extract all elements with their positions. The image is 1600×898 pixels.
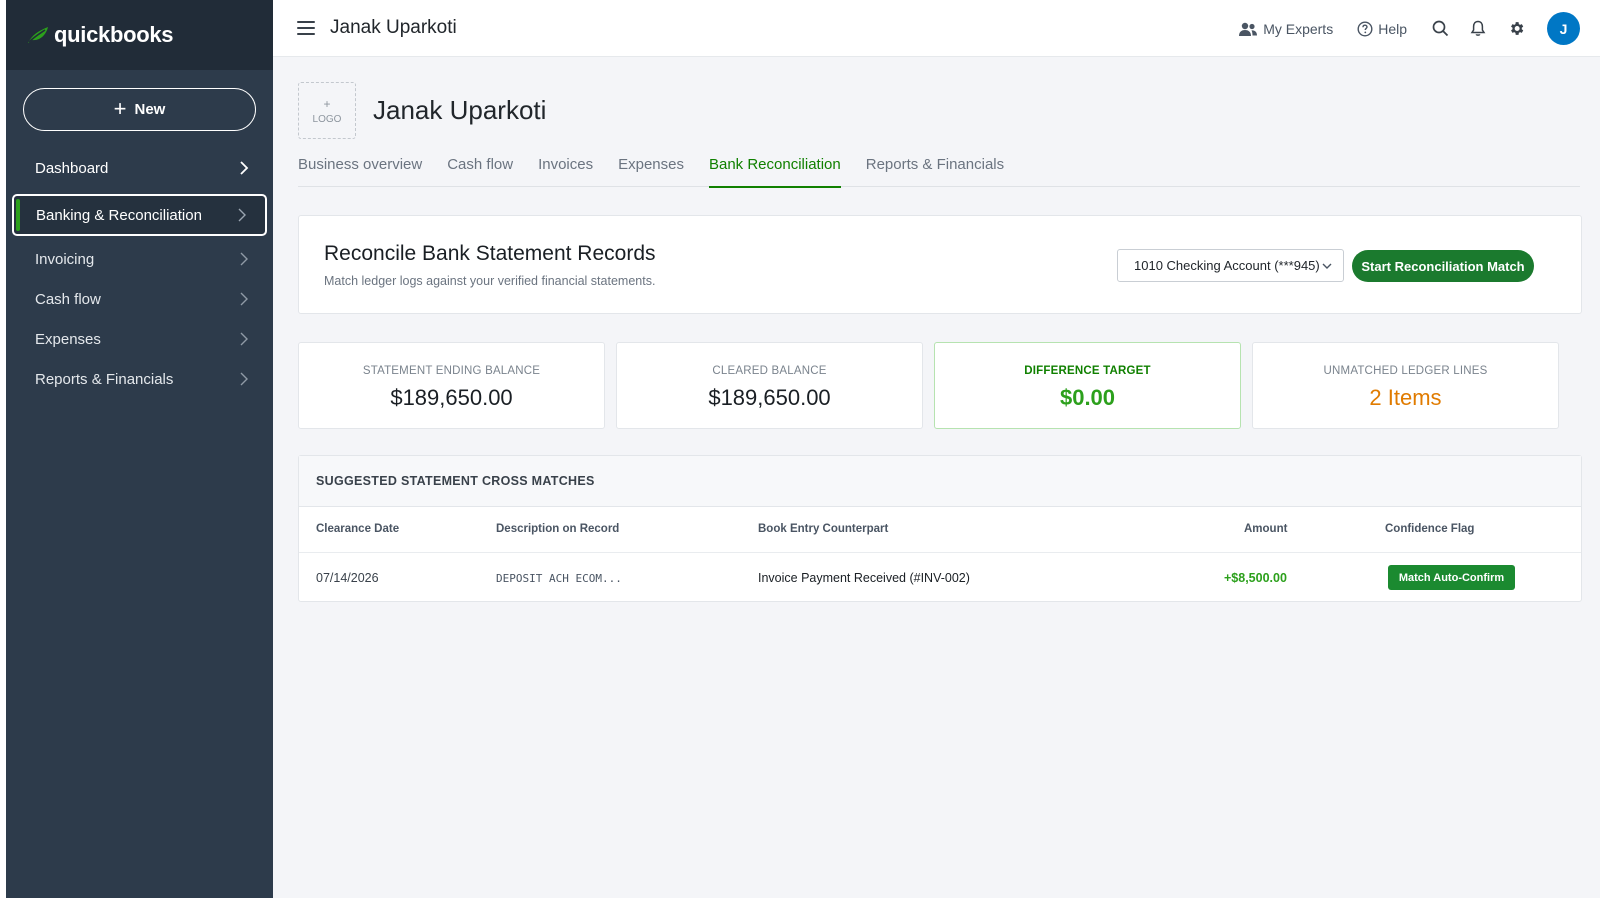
gear-icon[interactable]: [1507, 20, 1525, 38]
divider: [299, 552, 1581, 553]
account-select-value: 1010 Checking Account (***945): [1134, 258, 1320, 273]
stat-label: UNMATCHED LEDGER LINES: [1323, 365, 1488, 377]
sidebar-item-label: Expenses: [35, 330, 101, 348]
plus-icon: +: [113, 95, 127, 121]
company-name: Janak Uparkoti: [330, 17, 457, 38]
sidebar-item-banking-reconciliation[interactable]: Banking & Reconciliation: [12, 194, 267, 236]
tab-invoices[interactable]: Invoices: [538, 153, 593, 187]
sidebar-item-label: Invoicing: [35, 250, 95, 268]
stat-label: STATEMENT ENDING BALANCE: [362, 365, 541, 377]
sidebar-item-reports-financials[interactable]: Reports & Financials: [6, 359, 273, 399]
column-header-confidence-flag: Confidence Flag: [1385, 523, 1475, 535]
page-title: Janak Uparkoti: [373, 95, 547, 125]
match-auto-confirm-button[interactable]: Match Auto-Confirm: [1388, 565, 1515, 590]
add-logo-button[interactable]: + LOGO: [298, 82, 356, 139]
tab-business-overview[interactable]: Business overview: [298, 153, 422, 187]
sidebar-item-expenses[interactable]: Expenses: [6, 319, 273, 359]
chevron-right-icon: [240, 332, 248, 346]
stat-value: $0.00: [1059, 385, 1116, 410]
sidebar-nav: Dashboard Banking & Reconciliation Invoi…: [6, 148, 273, 399]
search-icon[interactable]: [1431, 20, 1449, 38]
account-select[interactable]: 1010 Checking Account (***945): [1117, 249, 1344, 282]
cell-clearance-date: 07/14/2026: [316, 571, 379, 585]
column-header-clearance-date: Clearance Date: [316, 523, 400, 535]
new-button-label: New: [134, 101, 166, 118]
logo-label: LOGO: [312, 113, 342, 125]
column-header-book-entry: Book Entry Counterpart: [758, 523, 889, 535]
help-link[interactable]: Help: [1357, 21, 1407, 37]
menu-icon[interactable]: [297, 21, 315, 35]
suggested-matches-table: SUGGESTED STATEMENT CROSS MATCHES Cleara…: [298, 455, 1582, 602]
column-header-amount: Amount: [1244, 523, 1288, 535]
chevron-down-icon: [1322, 263, 1332, 269]
tab-bar: Business overview Cash flow Invoices Exp…: [298, 153, 1580, 188]
people-icon: [1239, 22, 1258, 36]
my-experts-label: My Experts: [1263, 20, 1334, 37]
tab-reports-financials[interactable]: Reports & Financials: [866, 153, 1004, 187]
chevron-right-icon: [240, 292, 248, 306]
column-header-description: Description on Record: [496, 523, 620, 535]
table-heading: SUGGESTED STATEMENT CROSS MATCHES: [299, 456, 1581, 507]
main-content: + LOGO Janak Uparkoti Business overview …: [273, 57, 1600, 898]
quickbooks-leaf-icon: [28, 27, 48, 43]
bell-icon[interactable]: [1469, 20, 1487, 38]
sidebar-item-label: Reports & Financials: [35, 370, 174, 388]
sidebar-item-label: Dashboard: [35, 159, 109, 177]
stat-label: DIFFERENCE TARGET: [1024, 365, 1151, 377]
tab-cash-flow[interactable]: Cash flow: [447, 153, 513, 187]
topbar-actions: My Experts Help J: [1238, 0, 1580, 57]
my-experts-link[interactable]: My Experts: [1238, 21, 1333, 37]
chevron-right-icon: [240, 372, 248, 386]
stat-card-cleared-balance: CLEARED BALANCE $189,650.00: [616, 342, 923, 429]
brand-name: quickbooks: [54, 22, 174, 47]
stat-card-statement-ending-balance: STATEMENT ENDING BALANCE $189,650.00: [298, 342, 605, 429]
chevron-right-icon: [238, 208, 246, 222]
stat-label: CLEARED BALANCE: [712, 365, 827, 377]
avatar[interactable]: J: [1547, 12, 1580, 45]
topbar: Janak Uparkoti My Experts Help J: [273, 0, 1600, 57]
new-button[interactable]: + New: [23, 88, 256, 131]
brand[interactable]: quickbooks: [6, 0, 273, 70]
cell-book-entry: Invoice Payment Received (#INV-002): [758, 571, 970, 585]
chevron-right-icon: [240, 252, 248, 266]
sidebar-item-dashboard[interactable]: Dashboard: [6, 148, 273, 188]
stat-card-difference-target: DIFFERENCE TARGET $0.00: [934, 342, 1241, 429]
cell-description: DEPOSIT ACH ECOM...: [496, 572, 622, 585]
cell-amount: +$8,500.00: [1224, 571, 1287, 585]
help-label: Help: [1378, 20, 1407, 37]
start-reconciliation-button[interactable]: Start Reconciliation Match: [1352, 250, 1534, 282]
sidebar-item-invoicing[interactable]: Invoicing: [6, 239, 273, 279]
stat-value: 2 Items: [1369, 385, 1442, 410]
chevron-right-icon: [240, 161, 249, 175]
tab-expenses[interactable]: Expenses: [618, 153, 684, 187]
stat-card-unmatched-ledger-lines: UNMATCHED LEDGER LINES 2 Items: [1252, 342, 1559, 429]
reconcile-card: Reconcile Bank Statement Records Match l…: [298, 215, 1582, 314]
sidebar-item-label: Cash flow: [35, 290, 101, 308]
stat-value: $189,650.00: [708, 385, 831, 410]
sidebar-item-label: Banking & Reconciliation: [36, 206, 202, 224]
plus-icon: +: [323, 96, 331, 111]
help-circle-icon: [1357, 20, 1373, 37]
tab-bank-reconciliation[interactable]: Bank Reconciliation: [708, 153, 841, 188]
stat-value: $189,650.00: [390, 385, 513, 410]
sidebar-item-cash-flow[interactable]: Cash flow: [6, 279, 273, 319]
reconcile-subtitle: Match ledger logs against your verified …: [324, 274, 656, 288]
sidebar: quickbooks + New Dashboard Banking & Rec…: [6, 0, 273, 898]
reconcile-title: Reconcile Bank Statement Records: [324, 242, 656, 265]
